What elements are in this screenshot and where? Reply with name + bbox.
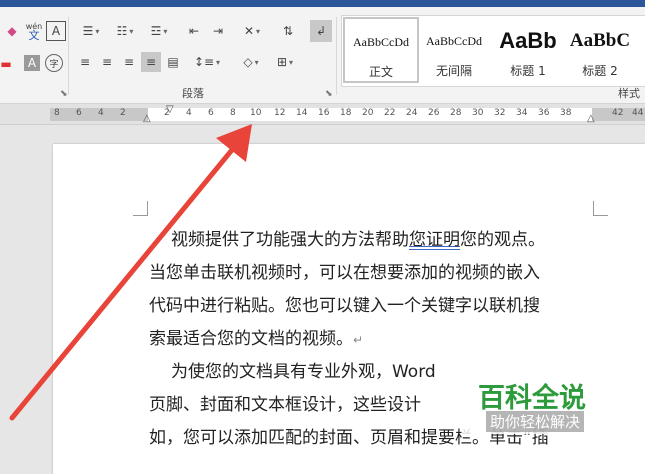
annotation-arrow <box>9 124 252 421</box>
arrow-head <box>216 124 252 162</box>
arrow-shaft <box>9 142 239 421</box>
